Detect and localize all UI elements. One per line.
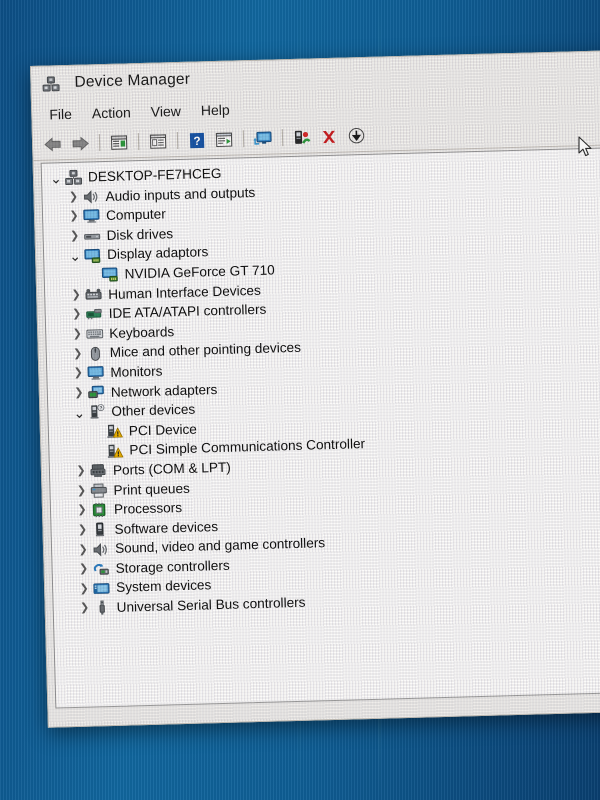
chevron-down-icon[interactable]: ⌄ [48,170,64,186]
toolbar-separator [281,129,284,147]
chevron-down-icon[interactable]: ⌄ [67,248,83,264]
chevron-right-icon[interactable]: ❯ [75,563,91,575]
tree-item-label: IDE ATA/ATAPI controllers [108,301,267,322]
chevron-right-icon[interactable]: ❯ [73,465,89,477]
svg-text:?: ? [99,406,102,412]
forward-button[interactable] [68,132,93,155]
console-tree-button[interactable] [146,130,171,153]
port-icon [89,463,108,480]
chevron-right-icon[interactable]: ❯ [65,191,81,203]
tree-item-label: Keyboards [109,323,175,341]
svg-text:?: ? [193,133,201,147]
printer-icon [89,482,108,499]
unknown-device-warning-icon [105,443,124,460]
tree-item-label: Ports (COM & LPT) [112,459,231,478]
computer-icon [64,169,83,186]
hid-icon [84,286,103,303]
storage-controller-icon [91,561,110,578]
toolbar-separator [242,130,245,148]
tree-item-label: Print queues [113,480,190,498]
help-button[interactable]: ? [185,129,210,152]
system-device-icon [92,580,111,597]
chevron-right-icon[interactable]: ❯ [77,602,93,614]
tree-item-label: Computer [105,206,166,224]
chevron-right-icon[interactable]: ❯ [75,543,91,555]
scan-hardware-button[interactable] [251,127,276,150]
tree-item-label: PCI Device [128,421,198,439]
processor-icon [90,502,109,519]
software-device-icon [90,522,109,539]
update-driver-button[interactable] [212,128,237,151]
menu-item-help[interactable]: Help [192,99,239,120]
menu-item-action[interactable]: Action [83,102,140,124]
tree-item-label: NVIDIA GeForce GT 710 [124,262,275,282]
unknown-device-icon: ? [87,404,106,421]
chevron-right-icon[interactable]: ❯ [74,524,90,536]
tree-item-label: Universal Serial Bus controllers [116,594,306,615]
mouse-cursor [578,136,594,164]
tree-item-label: Monitors [110,363,163,380]
device-tree-panel[interactable]: ⌄ DESKTOP-FE7HCEG ❯ Audio inputs and output… [40,145,600,709]
tree-item-label: System devices [115,577,212,596]
add-hardware-button[interactable] [290,126,315,149]
disk-drive-icon [82,228,101,245]
chevron-down-icon[interactable]: ⌄ [71,405,87,421]
chevron-right-icon[interactable]: ❯ [76,582,92,594]
unknown-device-warning-icon [105,423,124,440]
chevron-right-icon[interactable]: ❯ [73,484,89,496]
device-tree[interactable]: ⌄ DESKTOP-FE7HCEG ❯ Audio inputs and output… [42,147,600,620]
menu-item-file[interactable]: File [40,104,81,125]
chevron-right-icon[interactable]: ❯ [69,308,85,320]
chevron-right-icon[interactable]: ❯ [66,210,82,222]
tree-item-label: Human Interface Devices [107,282,261,302]
tree-item-label: Software devices [114,518,219,537]
computer-icon [41,75,60,92]
properties-button[interactable] [107,131,132,154]
menu-item-view[interactable]: View [141,101,190,122]
toolbar-separator [176,132,179,150]
network-adapter-icon [87,384,106,401]
chevron-right-icon[interactable]: ❯ [69,328,85,340]
tree-item-label: Audio inputs and outputs [105,184,256,204]
tree-item-label: Network adapters [110,381,218,400]
chevron-right-icon[interactable]: ❯ [70,347,86,359]
mouse-icon [86,345,105,362]
tree-item-label: Disk drives [106,225,174,243]
keyboard-icon [85,326,104,343]
usb-icon [92,600,111,617]
speaker-icon [81,189,100,206]
tree-item-label: Mice and other pointing devices [109,340,302,361]
device-manager-window[interactable]: Device Manager File Action View Help ? ⌄… [30,49,600,728]
monitor-icon [82,208,101,225]
chevron-right-icon[interactable]: ❯ [66,230,82,242]
speaker-icon [91,541,110,558]
tree-item-label: Sound, video and game controllers [114,535,326,557]
chevron-right-icon[interactable]: ❯ [70,367,86,379]
disable-device-button[interactable] [344,124,369,147]
chevron-right-icon[interactable]: ❯ [71,387,87,399]
uninstall-device-button[interactable] [317,125,342,148]
back-button[interactable] [41,133,66,156]
monitor-icon [86,365,105,382]
tree-item-label: Storage controllers [115,557,230,576]
ide-controller-icon [85,306,104,323]
display-adapter-icon [83,247,102,264]
tree-item-label: Processors [113,500,183,517]
tree-item-label: Other devices [111,401,196,420]
toolbar-separator [98,134,101,152]
tree-item-label: Display adaptors [106,244,209,263]
toolbar-separator [137,133,140,151]
tree-item-label: DESKTOP-FE7HCEG [87,165,222,185]
chevron-right-icon[interactable]: ❯ [68,289,84,301]
window-title: Device Manager [74,70,191,91]
display-adapter-icon [100,266,119,283]
chevron-right-icon[interactable]: ❯ [74,504,90,516]
